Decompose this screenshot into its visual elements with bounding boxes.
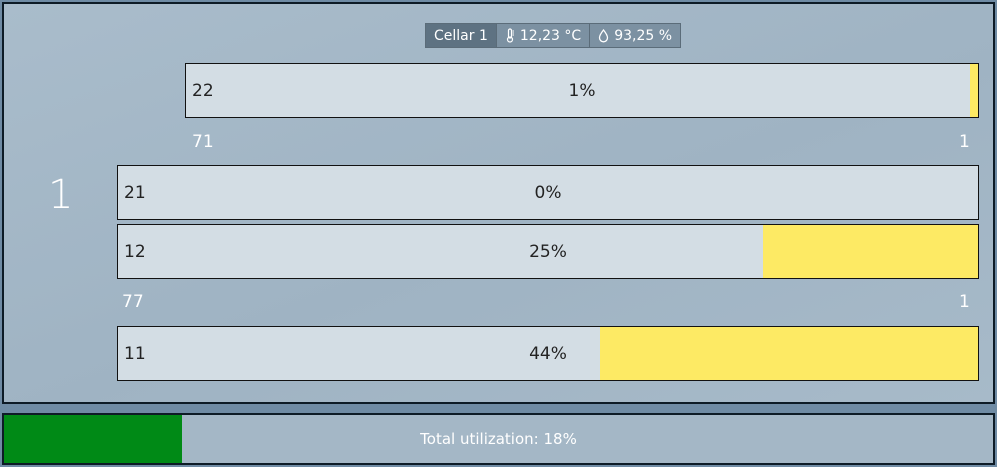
humidity-readout: 93,25 %	[589, 24, 681, 47]
slot-percent: 44%	[529, 343, 567, 364]
total-utilization-label: Total utilization: 18%	[420, 430, 577, 448]
slot-12[interactable]: 12 25%	[117, 224, 979, 279]
slot-percent: 1%	[568, 80, 596, 101]
thermometer-icon	[505, 28, 515, 43]
group-label-left: 77	[122, 292, 144, 312]
slot-percent: 0%	[534, 182, 562, 203]
row-number: 1	[48, 172, 74, 218]
temperature-value: 12,23 °C	[519, 27, 582, 44]
slot-11[interactable]: 11 44%	[117, 326, 979, 381]
cellar-header: Cellar 1 12,23 °C 93,25 %	[425, 23, 682, 48]
cellar-name[interactable]: Cellar 1	[426, 24, 496, 47]
group-label-left: 71	[192, 132, 214, 152]
temperature-readout: 12,23 °C	[495, 24, 590, 47]
group-label-right: 1	[959, 132, 970, 152]
droplet-icon	[598, 28, 609, 43]
humidity-value: 93,25 %	[614, 27, 673, 44]
slot-percent: 25%	[529, 241, 567, 262]
cellar-name-label: Cellar 1	[434, 27, 488, 44]
slot-21[interactable]: 21 0%	[117, 165, 979, 220]
group-label-right: 1	[959, 292, 970, 312]
slot-22[interactable]: 22 1%	[185, 63, 979, 118]
total-utilization-bar: Total utilization: 18%	[2, 413, 995, 465]
cellar-panel: Cellar 1 12,23 °C 93,25 % 1 22 1% 71 1 2…	[2, 2, 995, 404]
